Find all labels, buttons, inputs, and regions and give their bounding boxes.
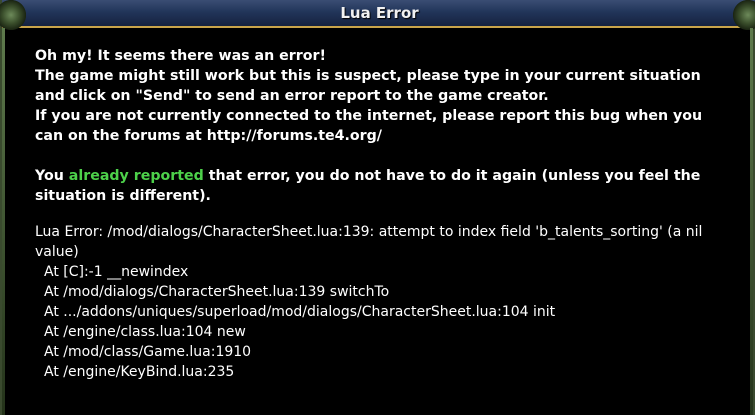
error-message: Oh my! It seems there was an error! The …: [35, 46, 725, 206]
error-summary: Lua Error: /mod/dialogs/CharacterSheet.l…: [35, 224, 703, 260]
stack-trace-line: At /engine/KeyBind.lua:235: [44, 364, 235, 380]
lua-error-dialog: Lua Error Oh my! It seems there was an e…: [0, 0, 755, 415]
frame-border-left: [2, 28, 5, 415]
dialog-title: Lua Error: [340, 4, 419, 22]
frame-ornament-icon: [733, 0, 755, 30]
title-bar[interactable]: Lua Error: [0, 0, 755, 30]
reported-notice: You already reported that error, you do …: [35, 166, 725, 206]
stack-trace-line: At .../addons/uniques/superload/mod/dial…: [44, 304, 556, 320]
stack-trace-line: At /mod/dialogs/CharacterSheet.lua:139 s…: [44, 284, 390, 300]
stack-trace-line: At /engine/class.lua:104 new: [44, 324, 246, 340]
reported-highlight: already reported: [68, 168, 204, 184]
frame-border-right: [750, 28, 753, 415]
dialog-body: Oh my! It seems there was an error! The …: [35, 46, 725, 382]
message-line: Oh my! It seems there was an error!: [35, 48, 326, 64]
stack-trace-line: At [C]:-1 __newindex: [44, 264, 189, 280]
lua-error-details: Lua Error: /mod/dialogs/CharacterSheet.l…: [35, 222, 725, 382]
message-line: The game might still work but this is su…: [35, 68, 701, 104]
stack-trace-line: At /mod/class/Game.lua:1910: [44, 344, 252, 360]
reported-prefix: You: [35, 168, 69, 184]
message-line: If you are not currently connected to th…: [35, 108, 703, 144]
